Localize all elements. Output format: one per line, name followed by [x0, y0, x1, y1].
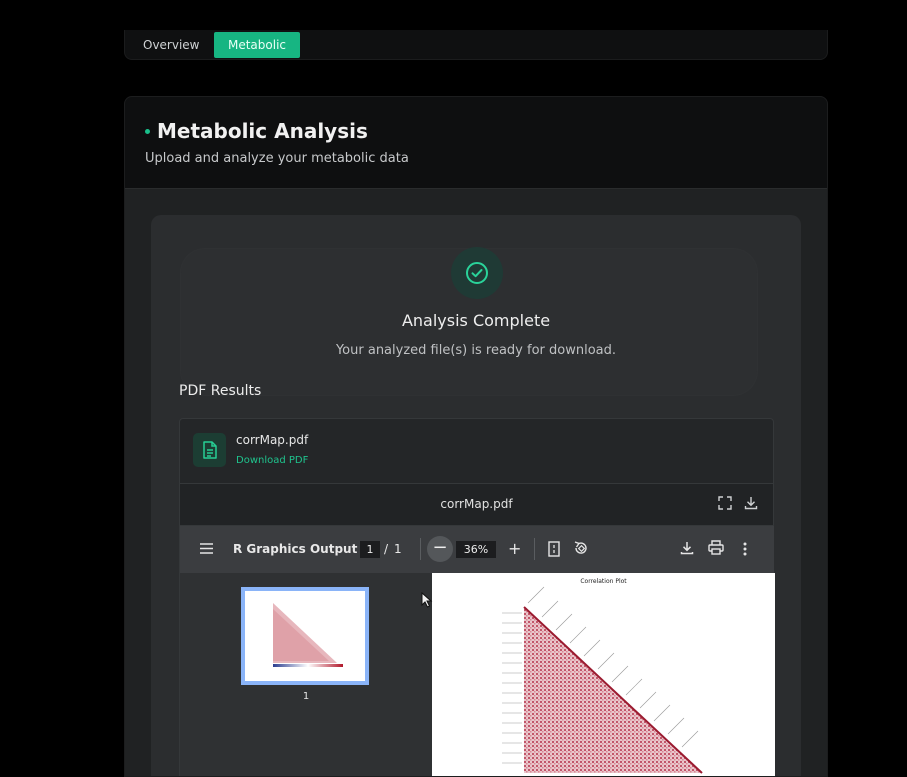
status-title: Analysis Complete [401, 311, 551, 330]
pdf-results-label: PDF Results [179, 383, 262, 399]
page-total: 1 [394, 542, 402, 556]
document-icon [193, 433, 226, 467]
mouse-cursor-icon [421, 592, 433, 608]
tab-metabolic[interactable]: Metabolic [214, 32, 300, 58]
tab-overview[interactable]: Overview [129, 32, 214, 58]
zoom-out-button[interactable]: − [427, 536, 453, 562]
pdf-doc-title: R Graphics Output [233, 542, 358, 556]
correlation-heatmap-icon [502, 586, 703, 774]
fullscreen-icon[interactable] [718, 496, 732, 510]
tab-bar: Overview Metabolic [124, 30, 828, 60]
pdf-download-icon[interactable] [680, 541, 694, 555]
page-subtitle: Upload and analyze your metabolic data [145, 151, 409, 166]
thumbnail-page-number: 1 [302, 691, 310, 702]
print-icon[interactable] [708, 540, 724, 555]
download-pdf-link[interactable]: Download PDF [236, 455, 308, 466]
toolbar-divider [420, 538, 421, 560]
page-title: Metabolic Analysis [145, 119, 368, 143]
file-name: corrMap.pdf [236, 433, 309, 447]
check-circle-icon [451, 247, 503, 299]
thumbnail-sidebar: 1 [180, 573, 432, 776]
rotate-icon[interactable] [573, 540, 589, 556]
toolbar-divider [534, 538, 535, 560]
bullet-dot-icon [145, 128, 150, 134]
page-separator: / [384, 542, 389, 556]
page-title-text: Metabolic Analysis [157, 119, 368, 143]
fit-page-icon[interactable] [548, 541, 560, 557]
menu-icon[interactable] [200, 543, 213, 554]
pdf-viewer: R Graphics Output 1 / 1 − 36% + 1 Correl… [179, 526, 775, 776]
pdf-page: Correlation Plot [432, 573, 775, 776]
zoom-level[interactable]: 36% [456, 541, 496, 558]
thumbnail-correlation-plot-icon [273, 603, 343, 667]
status-message: Your analyzed file(s) is ready for downl… [335, 343, 617, 358]
results-card: Analysis Complete Your analyzed file(s) … [151, 215, 801, 776]
more-vertical-icon[interactable] [743, 542, 747, 556]
file-item: corrMap.pdf Download PDF [179, 418, 774, 484]
pdf-page-heading: Correlation Plot [580, 578, 627, 585]
page-number-input[interactable]: 1 [360, 541, 380, 558]
zoom-in-button[interactable]: + [508, 539, 521, 558]
pdf-toolbar: R Graphics Output 1 / 1 − 36% + [180, 526, 774, 573]
panel-header: Metabolic Analysis Upload and analyze yo… [125, 97, 827, 189]
page-thumbnail[interactable] [241, 587, 369, 685]
viewer-file-name: corrMap.pdf [440, 497, 513, 511]
viewer-header: corrMap.pdf [179, 484, 774, 526]
download-icon[interactable] [744, 496, 758, 510]
metabolic-analysis-panel: Metabolic Analysis Upload and analyze yo… [124, 96, 828, 777]
